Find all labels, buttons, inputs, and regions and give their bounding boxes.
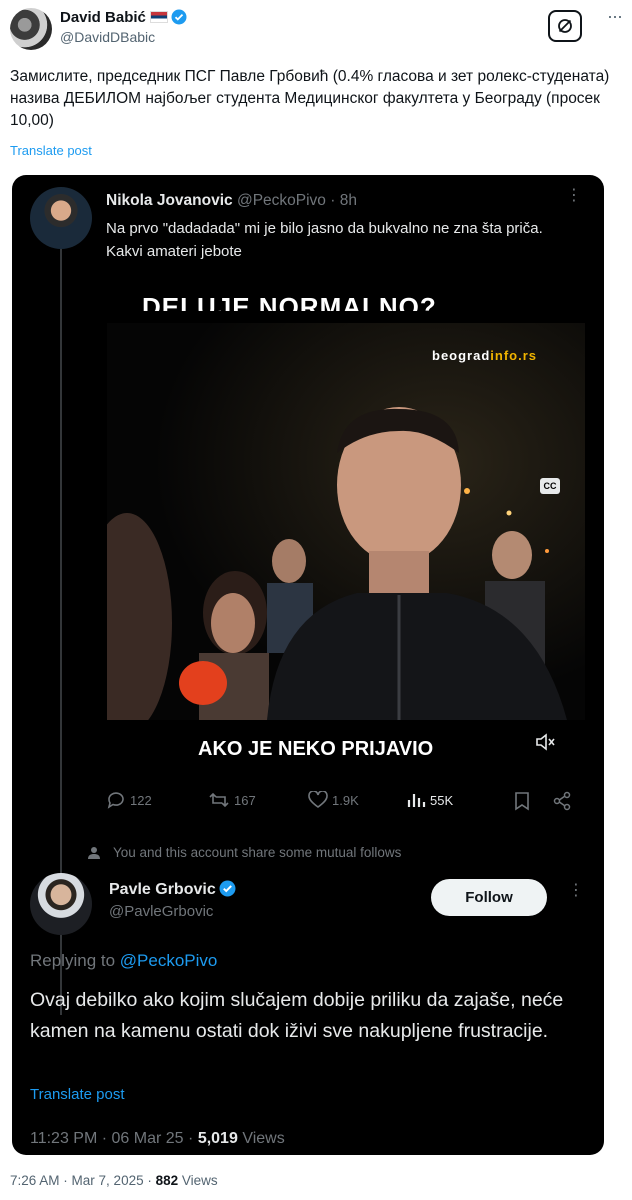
mutual-follows-notice: You and this account share some mutual f… — [87, 845, 401, 860]
heart-icon — [308, 791, 328, 808]
replying-to-link[interactable]: @PeckoPivo — [120, 951, 218, 970]
quoted-action-bar: 122 167 1.9K 55K — [106, 791, 586, 815]
tweet-header: David Babić @DavidDBabic ··· — [8, 6, 624, 50]
reply-author-avatar[interactable] — [30, 873, 92, 935]
avatar[interactable] — [10, 8, 52, 50]
verified-badge-icon — [219, 880, 236, 902]
reply-more-options-icon[interactable]: ⋮ — [568, 883, 584, 899]
watermark-text: beograd — [432, 348, 491, 363]
bookmark-icon — [515, 792, 529, 811]
reply-views-label: Views — [242, 1130, 285, 1147]
repost-button[interactable]: 167 — [208, 791, 256, 809]
reply-button[interactable]: 122 — [106, 791, 152, 809]
reply-views-count: 5,019 — [197, 1130, 238, 1147]
reply-translate-post-link[interactable]: Translate post — [30, 1086, 125, 1103]
views-icon — [407, 794, 426, 807]
reply-author[interactable]: Pavle Grbovic — [109, 880, 236, 902]
grok-icon[interactable] — [548, 10, 582, 42]
tweet-meta: 7:26 AM · Mar 7, 2025 · 882 Views — [10, 1173, 218, 1188]
reply-post-time[interactable]: 11:23 PM — [30, 1130, 97, 1147]
person-icon — [88, 846, 100, 859]
share-button[interactable] — [552, 791, 572, 811]
quoted-author[interactable]: Nikola Jovanovic @PeckoPivo · 8h — [106, 192, 357, 210]
reply-author-name[interactable]: Pavle Grbovic — [109, 881, 216, 898]
quoted-post-text: Na prvo "dadadada" mi je bilo jasno da b… — [106, 217, 586, 263]
verified-badge-icon — [171, 9, 187, 29]
embedded-screenshot: Nikola Jovanovic @PeckoPivo · 8h ⋮ Na pr… — [12, 175, 604, 1155]
quoted-post-age: 8h — [339, 192, 357, 209]
separator-dot: · — [101, 1130, 112, 1147]
reply-post-text: Ovaj debilko ako kojim slučajem dobije p… — [30, 989, 564, 1042]
quoted-author-avatar[interactable] — [30, 187, 92, 249]
video-player[interactable]: CC beogradinfo.rs — [107, 323, 585, 720]
tweet-views-label: Views — [181, 1173, 218, 1188]
tweet-date[interactable]: Mar 7, 2025 — [72, 1173, 144, 1188]
author-handle[interactable]: @DavidDBabic — [60, 29, 155, 45]
quoted-author-handle[interactable]: @PeckoPivo — [237, 192, 326, 209]
video-watermark: beogradinfo.rs — [432, 348, 537, 363]
video-frame — [107, 323, 585, 720]
author-name-text[interactable]: David Babić — [60, 9, 146, 26]
views-button[interactable]: 55K — [406, 791, 453, 809]
follow-button[interactable]: Follow — [431, 879, 547, 916]
separator-dot: · — [188, 1130, 198, 1147]
more-options-icon[interactable]: ··· — [607, 7, 623, 25]
mutual-follows-text: You and this account share some mutual f… — [113, 845, 402, 860]
video-caption-bottom: AKO JE NEKO PRIJAVIO — [198, 738, 434, 760]
serbia-flag-icon — [149, 11, 168, 23]
quoted-text-line1: Na prvo "dadadada" mi je bilo jasno da b… — [106, 220, 543, 237]
share-icon — [553, 791, 571, 811]
watermark-accent-text: info.rs — [490, 348, 538, 363]
separator-dot: · — [63, 1173, 72, 1188]
repost-count: 167 — [234, 792, 256, 808]
translate-post-link[interactable]: Translate post — [10, 143, 92, 158]
like-count: 1.9K — [332, 792, 359, 808]
views-count: 55K — [430, 792, 454, 808]
reply-post-meta: 11:23 PM · 06 Mar 25 · 5,019 Views — [30, 1130, 285, 1148]
tweet-views-count: 882 — [155, 1173, 179, 1188]
repost-icon — [209, 792, 229, 808]
mute-icon[interactable] — [535, 732, 557, 757]
tweet-time[interactable]: 7:26 AM — [10, 1173, 60, 1188]
bookmark-button[interactable] — [513, 791, 531, 811]
quoted-text-line2: Kakvi amateri jebote — [106, 243, 242, 260]
replying-to: Replying to @PeckoPivo — [30, 951, 217, 971]
reply-icon — [107, 792, 124, 809]
quoted-more-options-icon[interactable]: ⋮ — [566, 188, 582, 204]
like-button[interactable]: 1.9K — [308, 791, 359, 809]
closed-captions-badge[interactable]: CC — [540, 478, 560, 494]
reply-count: 122 — [130, 792, 152, 808]
reply-post-date[interactable]: 06 Mar 25 — [112, 1130, 184, 1147]
tweet-text: Замислите, председник ПСГ Павле Грбовић … — [10, 68, 610, 129]
quoted-author-name[interactable]: Nikola Jovanovic — [106, 192, 233, 209]
reply-author-handle[interactable]: @PavleGrbovic — [109, 903, 213, 920]
video-caption-top: DELUJE NORMALNO? — [142, 292, 437, 311]
author-name[interactable]: David Babić — [60, 9, 187, 29]
replying-prefix: Replying to — [30, 951, 116, 970]
separator-dot: · — [325, 192, 340, 209]
separator-dot: · — [147, 1173, 156, 1188]
